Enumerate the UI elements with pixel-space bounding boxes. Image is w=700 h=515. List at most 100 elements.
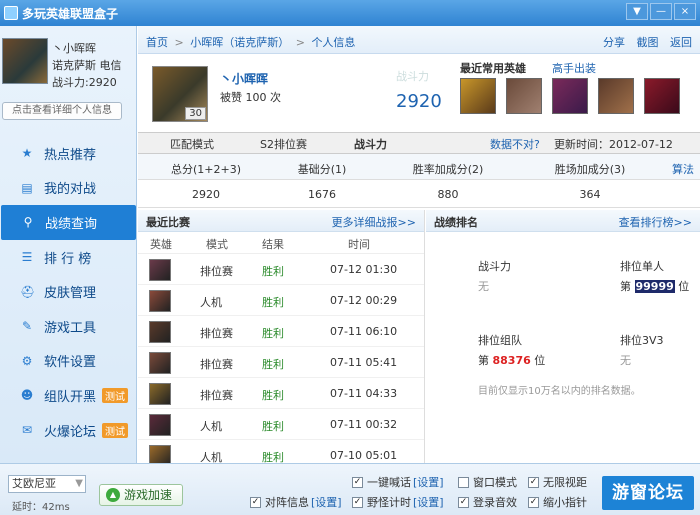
sidebar-item-label: 皮肤管理 [44, 286, 97, 302]
tab-match[interactable]: 匹配模式 [170, 136, 214, 152]
sidebar-item-label: 软件设置 [44, 355, 97, 371]
rank-team-suffix: 位 [534, 354, 546, 367]
liked-count: 被赞 100 次 [220, 91, 281, 104]
sidebar-item[interactable]: ✎ 游戏工具 [0, 309, 137, 344]
sidebar-server: 诺克萨斯 电信 [52, 59, 122, 72]
ranking-title: 战绩排名 [434, 216, 478, 229]
team-icon: ☻ [20, 388, 34, 403]
hero-portrait[interactable] [506, 78, 542, 114]
menu-dropdown-button[interactable]: ▼ [626, 3, 648, 20]
sidebar-item[interactable]: ⛑ 皮肤管理 [0, 274, 137, 309]
match-mode: 排位赛 [200, 265, 233, 278]
game-speedup-button[interactable]: ▲ 游戏加速 [99, 484, 183, 506]
sidebar-item[interactable]: ⚙ 软件设置 [0, 344, 137, 379]
gear-icon: ⚙ [21, 353, 33, 368]
server-select[interactable]: 艾欧尼亚 ▼ [8, 475, 86, 493]
hero-portrait[interactable] [598, 78, 634, 114]
sidebar-item[interactable]: ⚲ 战绩查询 [1, 205, 136, 240]
checkbox[interactable]: ✓ [352, 476, 363, 488]
share-link[interactable]: 分享 [603, 36, 625, 49]
option-toggle[interactable]: ✓ 一键喊话 [设置] [352, 474, 444, 490]
hero-icon [149, 290, 171, 312]
match-row[interactable]: 排位赛 胜利 07-11 05:41 [138, 347, 424, 378]
more-reports-link[interactable]: 更多详细战报>> [332, 214, 416, 230]
close-button[interactable]: × [674, 3, 696, 20]
checkbox[interactable]: ✓ [528, 476, 539, 488]
checkbox[interactable]: ✓ [528, 496, 539, 508]
option-toggle[interactable]: ✓ 野怪计时 [设置] [352, 494, 444, 510]
option-toggle[interactable]: ✓ 登录音效 [458, 494, 517, 510]
rank-3v3: 排位3V3 无 [620, 332, 664, 368]
sidebar-item[interactable]: ▤ 我的对战 [0, 171, 137, 206]
app-title: 多玩英雄联盟盒子 [22, 6, 119, 21]
match-time: 07-12 00:29 [330, 294, 398, 307]
match-row[interactable]: 人机 胜利 07-12 00:29 [138, 285, 424, 316]
rank-solo-suffix: 位 [678, 280, 690, 293]
data-wrong-link[interactable]: 数据不对? [490, 138, 540, 151]
match-row[interactable]: 人机 胜利 07-11 00:32 [138, 409, 424, 440]
algorithm-link[interactable]: 算法 [672, 161, 694, 177]
sidebar-item[interactable]: ☻ 组队开黑 测试 [0, 378, 137, 413]
minimize-button[interactable]: — [650, 3, 672, 20]
option-toggle[interactable]: ✓ 缩小指针 [528, 494, 587, 510]
option-label: 缩小指针 [543, 496, 587, 509]
match-result: 胜利 [262, 420, 284, 433]
view-detail-button[interactable]: 点击查看详细个人信息 [2, 102, 122, 120]
match-row[interactable]: 排位赛 胜利 07-12 01:30 [138, 254, 424, 285]
option-settings-link[interactable]: [设置] [311, 494, 342, 510]
score-header-base: 基础分(1) [297, 163, 347, 176]
level-badge: 30 [185, 107, 206, 120]
recent-matches-title: 最近比赛 [146, 216, 190, 229]
title-bar: 多玩英雄联盟盒子 ▼ — × [0, 0, 700, 26]
sidebar-power: 战斗力:2920 [52, 76, 117, 89]
profile-avatar: 30 [152, 66, 208, 122]
option-settings-link[interactable]: [设置] [413, 474, 444, 490]
breadcrumb-separator: > [295, 36, 305, 49]
ranking-panel: 战绩排名 查看排行榜>> 战斗力 无 排位单人 第 99999 位 排位组队 第… [426, 210, 700, 463]
avatar[interactable] [2, 38, 48, 84]
sidebar-item-label: 热点推荐 [44, 147, 97, 163]
hero-portrait[interactable] [460, 78, 496, 114]
hero-icon [149, 383, 171, 405]
checkbox[interactable]: ✓ [458, 496, 469, 508]
checkbox[interactable]: ✓ [250, 496, 261, 508]
tab-ranked[interactable]: S2排位赛 [260, 136, 307, 152]
breadcrumb-home[interactable]: 首页 [146, 36, 168, 49]
sidebar-item[interactable]: ✉ 火爆论坛 测试 [0, 413, 137, 448]
rank-solo-prefix: 第 [620, 280, 631, 293]
back-link[interactable]: 返回 [670, 36, 692, 49]
column-time: 时间 [348, 238, 370, 251]
match-mode: 排位赛 [200, 327, 233, 340]
expert-build-link[interactable]: 高手出装 [552, 60, 596, 76]
hero-portrait[interactable] [552, 78, 588, 114]
profile-name[interactable]: 丶小晖晖 [220, 70, 268, 87]
screenshot-link[interactable]: 截图 [637, 36, 659, 49]
rank-power-value: 无 [478, 280, 489, 293]
hero-icon [149, 414, 171, 436]
checkbox[interactable]: ✓ [352, 496, 363, 508]
sidebar-item-label: 我的对战 [44, 182, 97, 198]
ranking-note: 目前仅显示10万名以内的排名数据。 [478, 386, 641, 397]
column-hero: 英雄 [150, 238, 172, 251]
checkbox[interactable] [458, 476, 469, 488]
sidebar-item[interactable]: ★ 热点推荐 [0, 136, 137, 171]
option-settings-link[interactable]: [设置] [413, 494, 444, 510]
rank-team-label: 排位组队 [478, 334, 522, 347]
sidebar-item-label: 游戏工具 [44, 320, 97, 336]
match-time: 07-11 05:41 [330, 356, 398, 369]
match-row[interactable]: 排位赛 胜利 07-11 04:33 [138, 378, 424, 409]
tab-power[interactable]: 战斗力 [354, 136, 387, 152]
score-winrate: 880 [437, 188, 459, 201]
bottom-bar: 艾欧尼亚 ▼ 延时：42ms ▲ 游戏加速 ✓ 一键喊话 [设置] 窗口模式 ✓ 无限视距… [0, 463, 700, 515]
sidebar-item[interactable]: ☰ 排 行 榜 [0, 240, 137, 275]
recent-matches-panel: 最近比赛 更多详细战报>> 英雄 模式 结果 时间 排位赛 胜利 07-12 01:… [138, 210, 425, 471]
breadcrumb-player[interactable]: 小晖晖（诺克萨斯） [190, 36, 289, 49]
view-leaderboard-link[interactable]: 查看排行榜>> [619, 214, 692, 230]
option-toggle[interactable]: ✓ 无限视距 [528, 474, 587, 490]
match-row[interactable]: 排位赛 胜利 07-11 06:10 [138, 316, 424, 347]
match-time: 07-11 04:33 [330, 387, 398, 400]
book-icon: ▤ [21, 180, 33, 195]
option-toggle[interactable]: 窗口模式 [458, 474, 517, 490]
option-toggle[interactable]: ✓ 对阵信息 [设置] [250, 494, 342, 510]
hero-portrait[interactable] [644, 78, 680, 114]
